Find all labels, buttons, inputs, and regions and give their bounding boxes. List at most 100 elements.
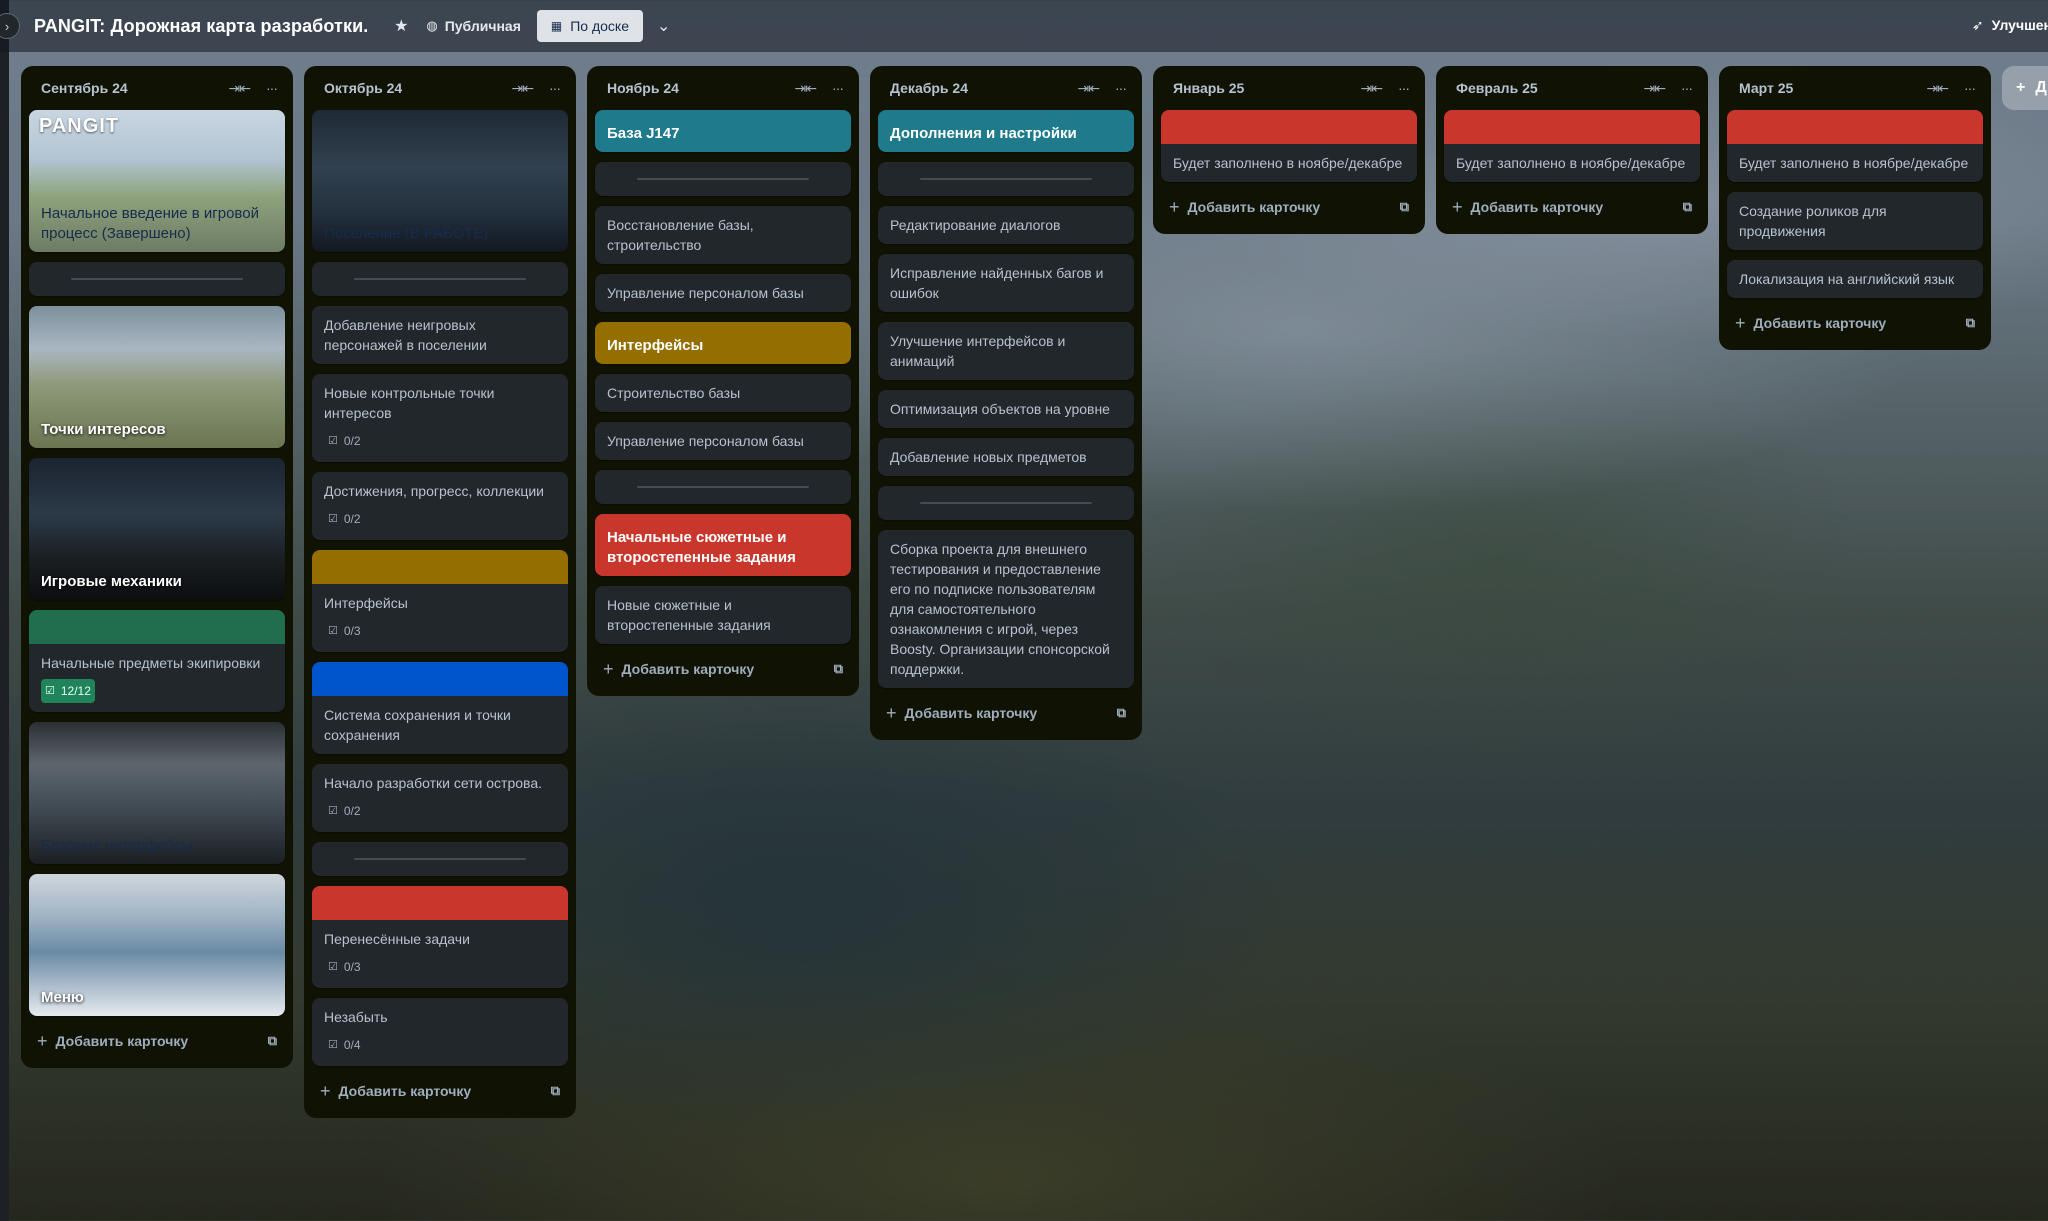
card[interactable]: Управление персоналом базы xyxy=(595,274,851,312)
color-card[interactable]: Начальные сюжетные и второстепенные зада… xyxy=(595,514,851,576)
separator-card[interactable] xyxy=(878,486,1134,520)
create-from-template-icon[interactable]: ⧉ xyxy=(1117,705,1126,721)
add-card-button[interactable]: + Добавить карточку ⧉ xyxy=(1727,304,1983,342)
list-3: Ноябрь 24 ⇥⇤ ··· База J147 Восстановление ба… xyxy=(587,66,859,696)
card-title: Поселение (В РАБОТЕ) xyxy=(324,225,489,242)
add-card-label: Добавить карточку xyxy=(1753,315,1887,331)
add-card-button[interactable]: + Добавить карточку ⧉ xyxy=(1444,188,1700,226)
card-title: Улучшение интерфейсов и анимаций xyxy=(890,333,1066,369)
list-header: Декабрь 24 ⇥⇤ ··· xyxy=(878,66,1134,110)
add-card-button[interactable]: + Добавить карточку ⧉ xyxy=(878,694,1134,732)
image-card[interactable]: Точки интересов xyxy=(29,306,285,448)
list-title[interactable]: Декабрь 24 xyxy=(890,80,1078,96)
separator-card[interactable] xyxy=(312,842,568,876)
collapse-list-icon[interactable]: ⇥⇤ xyxy=(1644,80,1666,97)
collapse-list-icon[interactable]: ⇥⇤ xyxy=(229,80,251,97)
checklist-count: 0/4 xyxy=(343,1038,361,1052)
list-header: Сентябрь 24 ⇥⇤ ··· xyxy=(29,66,285,110)
list-title[interactable]: Март 25 xyxy=(1739,80,1927,96)
plus-icon: + xyxy=(320,1080,331,1101)
card[interactable]: Незабыть ☑ 0/4 xyxy=(312,998,568,1066)
card[interactable]: Строительство базы xyxy=(595,374,851,412)
create-from-template-icon[interactable]: ⧉ xyxy=(834,661,843,677)
visibility-button[interactable]: ◍ Публичная xyxy=(426,18,521,34)
list-menu-icon[interactable]: ··· xyxy=(1115,80,1127,97)
covered-card[interactable]: Перенесённые задачи ☑ 0/3 xyxy=(312,886,568,988)
create-from-template-icon[interactable]: ⧉ xyxy=(1966,315,1975,331)
improve-board-button[interactable]: ➶ Улучшен xyxy=(1972,17,2048,34)
covered-card[interactable]: Будет заполнено в ноябре/декабре xyxy=(1444,110,1700,182)
checklist-badge: ☑ 0/2 xyxy=(324,799,365,823)
separator-card[interactable] xyxy=(312,262,568,296)
image-card[interactable]: Поселение (В РАБОТЕ) xyxy=(312,110,568,252)
chevron-down-icon[interactable]: ⌄ xyxy=(657,16,670,36)
card[interactable]: Новые контрольные точки интересов ☑ 0/2 xyxy=(312,374,568,462)
color-card[interactable]: Дополнения и настройки xyxy=(878,110,1134,152)
view-label: По доске xyxy=(570,18,629,34)
separator-card[interactable] xyxy=(595,470,851,504)
card-body: Новые сюжетные и второстепенные задания xyxy=(595,586,851,644)
card[interactable]: Улучшение интерфейсов и анимаций xyxy=(878,322,1134,380)
create-from-template-icon[interactable]: ⧉ xyxy=(268,1033,277,1049)
list-title[interactable]: Февраль 25 xyxy=(1456,80,1644,96)
card[interactable]: Локализация на английский язык xyxy=(1727,260,1983,298)
separator-card[interactable] xyxy=(595,162,851,196)
card[interactable]: Добавление новых предметов xyxy=(878,438,1134,476)
separator-card[interactable] xyxy=(878,162,1134,196)
list-title[interactable]: Январь 25 xyxy=(1173,80,1361,96)
image-card[interactable]: Меню xyxy=(29,874,285,1016)
covered-card[interactable]: Система сохранения и точки сохранения xyxy=(312,662,568,754)
collapse-list-icon[interactable]: ⇥⇤ xyxy=(1927,80,1949,97)
list-menu-icon[interactable]: ··· xyxy=(549,80,561,97)
image-card[interactable]: PANGIT Начальное введение в игровой проце… xyxy=(29,110,285,252)
card[interactable]: Редактирование диалогов xyxy=(878,206,1134,244)
list-title[interactable]: Ноябрь 24 xyxy=(607,80,795,96)
card[interactable]: Новые сюжетные и второстепенные задания xyxy=(595,586,851,644)
list-title[interactable]: Сентябрь 24 xyxy=(41,80,229,96)
create-from-template-icon[interactable]: ⧉ xyxy=(1400,199,1409,215)
card[interactable]: Восстановление базы, строительство xyxy=(595,206,851,264)
image-card[interactable]: Игровые механики xyxy=(29,458,285,600)
list-menu-icon[interactable]: ··· xyxy=(1964,80,1976,97)
separator-card[interactable] xyxy=(29,262,285,296)
covered-card[interactable]: Интерфейсы ☑ 0/3 xyxy=(312,550,568,652)
card[interactable]: Создание роликов для продвижения xyxy=(1727,192,1983,250)
card-title: Меню xyxy=(41,989,84,1006)
list-menu-icon[interactable]: ··· xyxy=(1398,80,1410,97)
add-card-button[interactable]: + Добавить карточку ⧉ xyxy=(595,650,851,688)
covered-card[interactable]: Будет заполнено в ноябре/декабре xyxy=(1161,110,1417,182)
create-from-template-icon[interactable]: ⧉ xyxy=(1683,199,1692,215)
card[interactable]: Достижения, прогресс, коллекции ☑ 0/2 xyxy=(312,472,568,540)
covered-card[interactable]: Будет заполнено в ноябре/декабре xyxy=(1727,110,1983,182)
view-switcher-button[interactable]: ▦ По доске xyxy=(536,10,643,42)
collapse-list-icon[interactable]: ⇥⇤ xyxy=(1078,80,1100,97)
collapse-list-icon[interactable]: ⇥⇤ xyxy=(1361,80,1383,97)
card[interactable]: Добавление неигровых персонажей в поселе… xyxy=(312,306,568,364)
add-card-button[interactable]: + Добавить карточку ⧉ xyxy=(312,1072,568,1110)
covered-card[interactable]: Начальные предметы экипировки ☑ 12/12 xyxy=(29,610,285,712)
card-cover xyxy=(1161,110,1417,144)
create-from-template-icon[interactable]: ⧉ xyxy=(551,1083,560,1099)
list-menu-icon[interactable]: ··· xyxy=(1681,80,1693,97)
plus-icon: + xyxy=(2016,79,2026,96)
card[interactable]: Управление персоналом базы xyxy=(595,422,851,460)
list-menu-icon[interactable]: ··· xyxy=(832,80,844,97)
card[interactable]: Исправление найденных багов и ошибок xyxy=(878,254,1134,312)
card[interactable]: Начало разработки сети острова. ☑ 0/2 xyxy=(312,764,568,832)
collapse-list-icon[interactable]: ⇥⇤ xyxy=(512,80,534,97)
board-title[interactable]: PANGIT: Дорожная карта разработки. xyxy=(34,16,368,37)
list-menu-icon[interactable]: ··· xyxy=(266,80,278,97)
color-card[interactable]: База J147 xyxy=(595,110,851,152)
add-card-button[interactable]: + Добавить карточку ⧉ xyxy=(1161,188,1417,226)
visibility-label: Публичная xyxy=(444,18,521,34)
card[interactable]: Сборка проекта для внешнего тестирования… xyxy=(878,530,1134,688)
add-list-button[interactable]: + Д xyxy=(2002,66,2048,110)
color-card[interactable]: Интерфейсы xyxy=(595,322,851,364)
collapse-list-icon[interactable]: ⇥⇤ xyxy=(795,80,817,97)
star-icon[interactable]: ★ xyxy=(388,16,414,36)
list-title[interactable]: Октябрь 24 xyxy=(324,80,512,96)
card-body: Добавление неигровых персонажей в поселе… xyxy=(312,306,568,364)
image-card[interactable]: Базовые интерфейсы xyxy=(29,722,285,864)
add-card-button[interactable]: + Добавить карточку ⧉ xyxy=(29,1022,285,1060)
card[interactable]: Оптимизация объектов на уровне xyxy=(878,390,1134,428)
